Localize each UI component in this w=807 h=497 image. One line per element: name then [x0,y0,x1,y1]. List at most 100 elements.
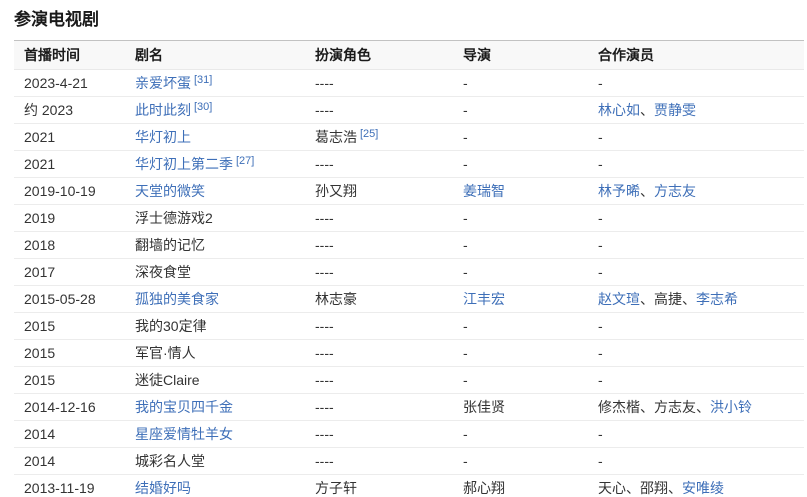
table-row: 2021华灯初上葛志浩[25]-- [14,124,804,151]
cell-costars: 修杰楷、方志友、洪小铃 [588,394,804,421]
cell-premiere-date: 2019-10-19 [14,178,125,205]
cell-role: ---- [305,151,453,178]
cell-text: - [598,345,603,361]
cell-text: - [463,237,468,253]
cell-text: - [463,129,468,145]
cell-text: 2015-05-28 [24,291,96,307]
entity-link[interactable]: 安唯绫 [682,480,724,496]
cell-premiere-date: 2015 [14,367,125,394]
entity-link[interactable]: 林心如 [598,102,640,118]
cell-director: - [453,232,588,259]
table-header: 首播时间剧名扮演角色导演合作演员 [14,41,804,70]
cell-text: ---- [315,399,334,415]
cell-costars: - [588,367,804,394]
cell-text: 深夜食堂 [135,264,191,280]
entity-link[interactable]: 林予晞 [598,183,640,199]
cell-text: 2015 [24,372,55,388]
cell-text: 翻墙的记忆 [135,237,205,253]
cell-text: 2021 [24,129,55,145]
column-header-premiere-date: 首播时间 [14,41,125,70]
entity-link[interactable]: 天堂的微笑 [135,183,205,199]
cell-costars: 林心如、贾静雯 [588,97,804,124]
citation-ref-link[interactable]: [31] [194,74,212,86]
cell-premiere-date: 2015-05-28 [14,286,125,313]
cell-text: 方子轩 [315,480,357,496]
entity-link[interactable]: 贾静雯 [654,102,696,118]
cell-text: 2014-12-16 [24,399,96,415]
entity-link[interactable]: 李志希 [696,291,738,307]
entity-link[interactable]: 此时此刻 [135,102,191,118]
cell-costars: - [588,124,804,151]
cell-premiere-date: 2018 [14,232,125,259]
cell-text: - [463,345,468,361]
cell-role: ---- [305,313,453,340]
column-header-drama-title: 剧名 [125,41,305,70]
cell-text: - [598,264,603,280]
table-row: 2015我的30定律------ [14,313,804,340]
cell-premiere-date: 2023-4-21 [14,70,125,97]
cell-premiere-date: 2015 [14,313,125,340]
entity-link[interactable]: 姜瑞智 [463,183,505,199]
cell-director: - [453,259,588,286]
cell-costars: - [588,421,804,448]
cell-drama-title: 孤独的美食家 [125,286,305,313]
cell-director: - [453,448,588,475]
cell-text: ---- [315,75,334,91]
cell-costars: - [588,205,804,232]
entity-link[interactable]: 孤独的美食家 [135,291,219,307]
cell-role: ---- [305,340,453,367]
entity-link[interactable]: 我的宝贝四千金 [135,399,233,415]
cell-costars: - [588,70,804,97]
cell-drama-title: 我的宝贝四千金 [125,394,305,421]
cell-premiere-date: 2013-11-19 [14,475,125,497]
cell-text: 方志友 [654,399,696,415]
citation-ref-link[interactable]: [25] [360,128,378,140]
cell-costars: - [588,232,804,259]
entity-link[interactable]: 江丰宏 [463,291,505,307]
entity-link[interactable]: 华灯初上 [135,129,191,145]
entity-link[interactable]: 结婚好吗 [135,480,191,496]
entity-link[interactable]: 洪小铃 [710,399,752,415]
cell-text: ---- [315,453,334,469]
cell-text: 2015 [24,318,55,334]
entity-link[interactable]: 星座爱情牡羊女 [135,426,233,442]
entity-link[interactable]: 亲爱坏蛋 [135,75,191,91]
cell-role: 葛志浩[25] [305,124,453,151]
cell-text: 邵翔 [640,480,668,496]
cell-premiere-date: 2021 [14,124,125,151]
cell-text: - [463,426,468,442]
table-row: 2014城彩名人堂------ [14,448,804,475]
cell-text: - [463,75,468,91]
entity-link[interactable]: 华灯初上第二季 [135,156,233,172]
cell-drama-title: 军官·情人 [125,340,305,367]
cell-text: 孙又翔 [315,183,357,199]
cell-director: - [453,421,588,448]
cell-director: - [453,151,588,178]
cell-text: 、 [696,399,710,415]
cell-text: ---- [315,426,334,442]
cell-text: 2019 [24,210,55,226]
cell-costars: 林予晞、方志友 [588,178,804,205]
cell-role: ---- [305,97,453,124]
cell-premiere-date: 2017 [14,259,125,286]
cell-drama-title: 天堂的微笑 [125,178,305,205]
table-row: 2014星座爱情牡羊女------ [14,421,804,448]
cell-premiere-date: 2014 [14,421,125,448]
entity-link[interactable]: 方志友 [654,183,696,199]
cell-drama-title: 我的30定律 [125,313,305,340]
cell-text: 、 [626,480,640,496]
cell-text: - [463,453,468,469]
citation-ref-link[interactable]: [30] [194,101,212,113]
table-row: 2015军官·情人------ [14,340,804,367]
cell-text: 2014 [24,453,55,469]
tv-series-table: 首播时间剧名扮演角色导演合作演员 2023-4-21亲爱坏蛋[31]------… [14,40,804,497]
cell-costars: 天心、邵翔、安唯绫 [588,475,804,497]
cell-director: - [453,313,588,340]
cell-premiere-date: 2014-12-16 [14,394,125,421]
cell-text: 、 [640,291,654,307]
entity-link[interactable]: 赵文瑄 [598,291,640,307]
cell-drama-title: 迷徒Claire [125,367,305,394]
cell-text: 2014 [24,426,55,442]
citation-ref-link[interactable]: [27] [236,155,254,167]
cell-text: - [598,318,603,334]
